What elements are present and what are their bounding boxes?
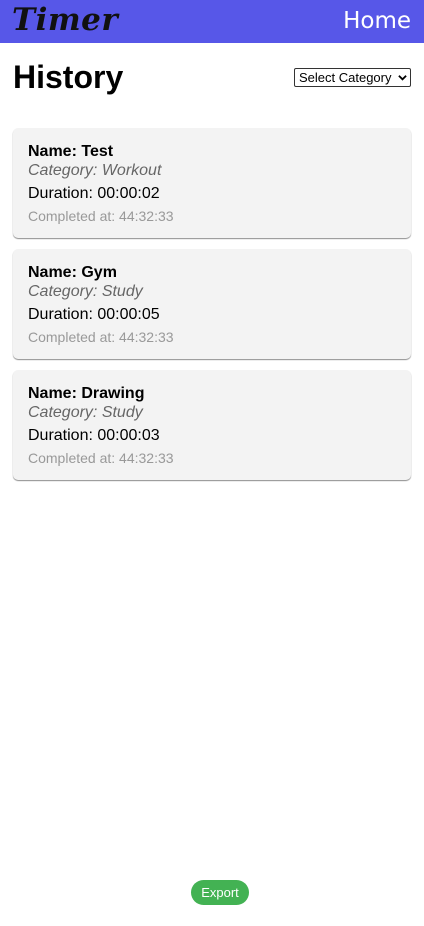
page-title: History: [13, 59, 124, 95]
entry-duration: Duration: 00:00:03: [28, 427, 160, 444]
history-card: Name: Drawing Category: Study Duration: …: [13, 370, 411, 480]
app-page: Timer Home History Select Category Name:…: [0, 0, 424, 926]
history-card: Name: Gym Category: Study Duration: 00:0…: [13, 249, 411, 359]
entry-name: Name: Gym: [28, 264, 117, 281]
entry-completed-at: Completed at: 44:32:33: [28, 208, 174, 224]
entry-category: Category: Study: [28, 404, 143, 421]
chevron-down-icon: [398, 75, 407, 81]
entry-duration: Duration: 00:00:05: [28, 306, 160, 323]
top-nav-bar: Timer Home: [0, 0, 424, 43]
entry-name: Name: Drawing: [28, 385, 145, 402]
entry-category: Category: Workout: [28, 162, 162, 179]
entry-name: Name: Test: [28, 143, 114, 160]
export-button[interactable]: Export: [191, 880, 249, 905]
app-logo[interactable]: Timer: [12, 0, 118, 43]
entry-category: Category: Study: [28, 283, 143, 300]
home-link[interactable]: Home: [343, 0, 411, 43]
history-card: Name: Test Category: Workout Duration: 0…: [13, 128, 411, 238]
category-select-value: Select Category: [299, 70, 392, 85]
category-select[interactable]: Select Category: [294, 68, 411, 87]
entry-completed-at: Completed at: 44:32:33: [28, 329, 174, 345]
entry-duration: Duration: 00:00:02: [28, 185, 160, 202]
entry-completed-at: Completed at: 44:32:33: [28, 450, 174, 466]
